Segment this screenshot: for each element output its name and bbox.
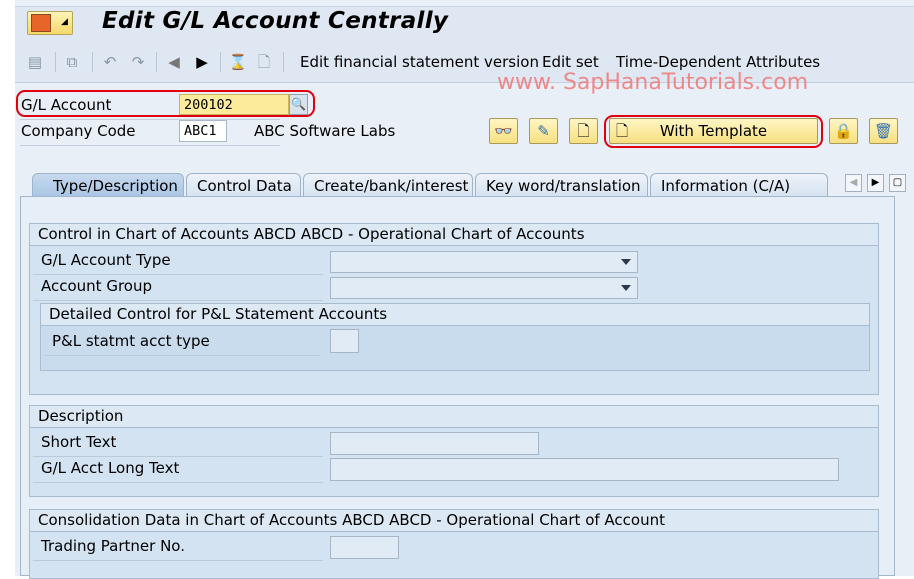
group-title: Control in Chart of Accounts ABCD ABCD -…: [30, 224, 878, 246]
edit-fs-version-button[interactable]: Edit financial statement version: [300, 53, 539, 71]
separator: [156, 52, 157, 72]
account-group-label: Account Group: [33, 277, 323, 301]
company-code-input[interactable]: ABC1: [179, 120, 227, 142]
tab-control-data[interactable]: Control Data: [186, 173, 301, 197]
long-text-input[interactable]: [330, 458, 839, 481]
group-pl-control: Detailed Control for P&L Statement Accou…: [40, 303, 870, 371]
previous-icon[interactable]: ◀: [164, 52, 184, 72]
undo-icon[interactable]: ↶: [100, 52, 120, 72]
short-text-label: Short Text: [33, 433, 323, 457]
tab-scroll-left-icon[interactable]: ◀: [845, 174, 862, 192]
next-icon[interactable]: ▶: [192, 52, 212, 72]
paste-icon[interactable]: ▤: [25, 52, 45, 72]
tab-key-word-translation[interactable]: Key word/translation: [475, 173, 648, 197]
gl-account-label: G/L Account: [21, 96, 112, 114]
change-button[interactable]: ✎: [529, 118, 558, 144]
divider: [20, 145, 280, 146]
separator: [220, 52, 221, 72]
tab-type-description[interactable]: Type/Description: [32, 173, 184, 197]
tab-panel: Control in Chart of Accounts ABCD ABCD -…: [20, 196, 895, 579]
separator: [283, 52, 284, 72]
group-title: Detailed Control for P&L Statement Accou…: [41, 304, 869, 326]
company-name: ABC Software Labs: [254, 122, 396, 140]
menu-icon: [31, 14, 51, 32]
hierarchy-icon[interactable]: ⧉: [62, 52, 82, 72]
pencil-icon: ✎: [537, 122, 550, 140]
glasses-icon: 👓: [494, 122, 513, 140]
with-template-button[interactable]: 🗋 With Template: [609, 118, 818, 144]
gl-account-type-label: G/L Account Type: [33, 251, 323, 275]
tab-create-bank-interest[interactable]: Create/bank/interest: [303, 173, 473, 197]
dropdown-arrow-icon: ◢: [61, 17, 68, 27]
hourglass-icon[interactable]: ⌛: [228, 52, 248, 72]
trading-partner-input[interactable]: [330, 536, 399, 559]
create-button[interactable]: 🗋: [569, 118, 598, 144]
group-consolidation: Consolidation Data in Chart of Accounts …: [29, 509, 879, 579]
group-title: Consolidation Data in Chart of Accounts …: [30, 510, 878, 532]
lock-button[interactable]: 🔒: [829, 118, 858, 144]
tab-list-icon[interactable]: ▢: [889, 174, 906, 192]
gl-account-type-select[interactable]: [330, 251, 638, 273]
edit-set-button[interactable]: Edit set: [542, 53, 599, 71]
lock-icon: 🔒: [834, 122, 853, 140]
time-dependent-attributes-button[interactable]: Time-Dependent Attributes: [616, 53, 820, 71]
divider: [20, 119, 280, 120]
trash-icon: 🗑: [873, 122, 894, 140]
tab-scroll-right-icon[interactable]: ▶: [867, 174, 884, 192]
group-description: Description Short Text G/L Acct Long Tex…: [29, 405, 879, 497]
pl-statement-type-input[interactable]: [330, 329, 359, 353]
document-search-icon[interactable]: 🗋: [254, 52, 274, 72]
redo-icon[interactable]: ↷: [128, 52, 148, 72]
document-icon: 🗋: [616, 122, 629, 140]
separator: [55, 52, 56, 72]
separator: [92, 52, 93, 72]
trading-partner-label: Trading Partner No.: [33, 537, 323, 561]
group-control: Control in Chart of Accounts ABCD ABCD -…: [29, 223, 879, 395]
long-text-label: G/L Acct Long Text: [33, 459, 323, 483]
short-text-input[interactable]: [330, 432, 539, 455]
search-help-icon[interactable]: 🔍: [289, 94, 308, 115]
pl-statement-type-label: P&L statmt acct type: [44, 332, 320, 356]
page-title: Edit G/L Account Centrally: [102, 8, 449, 34]
company-code-label: Company Code: [21, 122, 136, 140]
account-group-select[interactable]: [330, 277, 638, 299]
delete-button[interactable]: 🗑: [869, 118, 898, 144]
system-menu-button[interactable]: ◢: [27, 11, 73, 35]
document-icon: 🗋: [577, 122, 590, 140]
gl-account-input[interactable]: 200102: [179, 94, 289, 115]
display-button[interactable]: 👓: [489, 118, 518, 144]
watermark: www. SapHanaTutorials.com: [497, 70, 809, 95]
group-title: Description: [30, 406, 878, 428]
tab-information-ca[interactable]: Information (C/A): [650, 173, 828, 197]
